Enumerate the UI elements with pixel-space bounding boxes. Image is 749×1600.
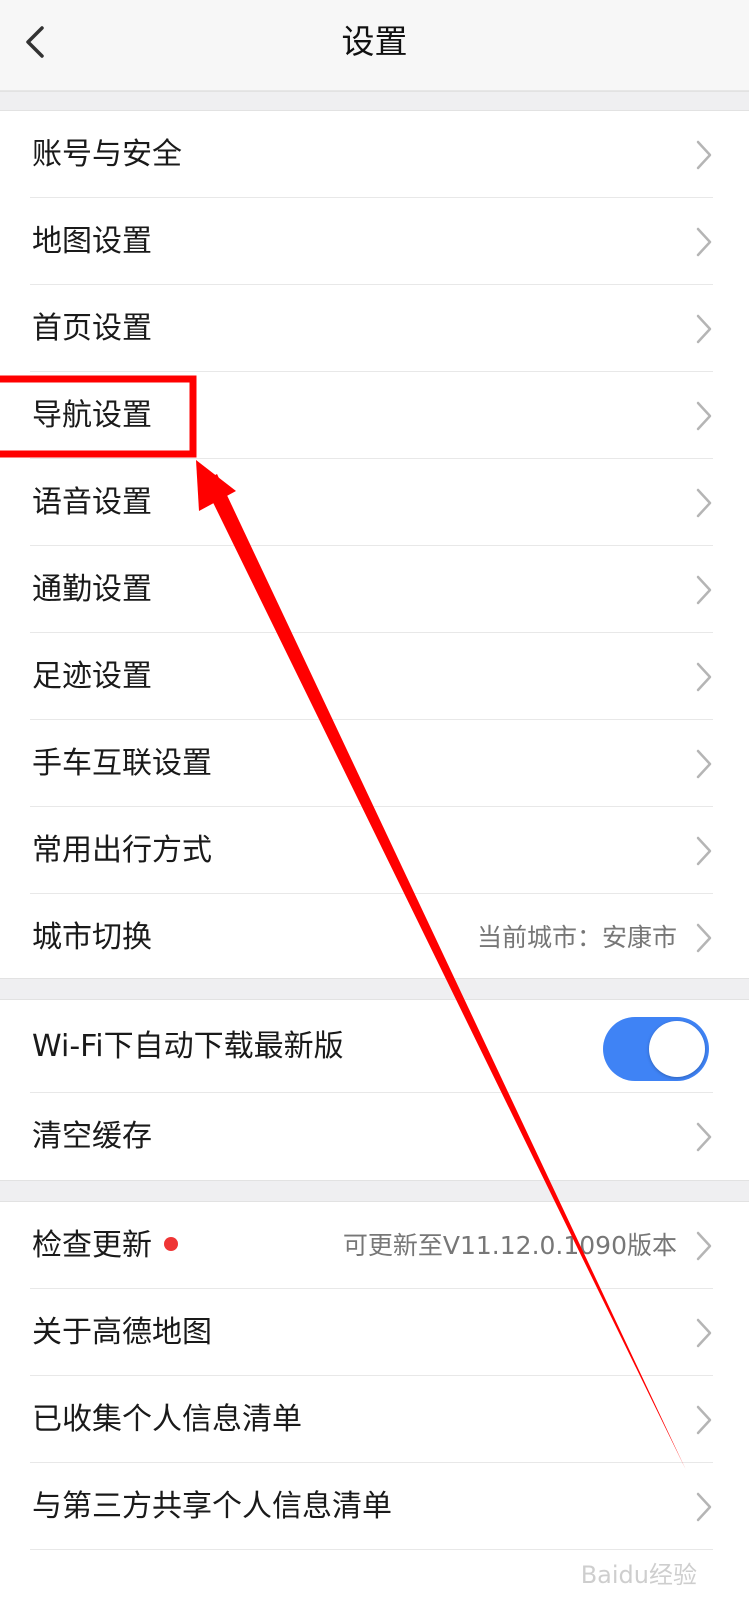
section-gap <box>0 978 749 1000</box>
settings-item-label: 语音设置 <box>32 485 152 520</box>
settings-item-city-switch[interactable]: 城市切换 当前城市：安康市 <box>0 894 749 981</box>
settings-item-label: 账号与安全 <box>32 137 182 172</box>
chevron-right-icon <box>696 749 712 779</box>
chevron-right-icon <box>696 488 712 518</box>
nav-bar: 设置 <box>0 0 749 91</box>
settings-item-map[interactable]: 地图设置 <box>0 198 749 285</box>
settings-item-label: 导航设置 <box>32 398 152 433</box>
settings-item-about[interactable]: 关于高德地图 <box>0 1289 749 1376</box>
settings-item-voice[interactable]: 语音设置 <box>0 459 749 546</box>
settings-item-label: 地图设置 <box>32 224 152 259</box>
settings-item-car-link[interactable]: 手车互联设置 <box>0 720 749 807</box>
settings-section-download: Wi-Fi下自动下载最新版 清空缓存 <box>0 1000 749 1180</box>
settings-item-label: 清空缓存 <box>32 1119 152 1154</box>
settings-item-label: 城市切换 <box>32 920 152 955</box>
settings-item-travel-mode[interactable]: 常用出行方式 <box>0 807 749 894</box>
settings-item-label: 足迹设置 <box>32 659 152 694</box>
settings-item-navigation[interactable]: 导航设置 <box>0 372 749 459</box>
settings-item-label: 与第三方共享个人信息清单 <box>32 1489 392 1524</box>
settings-item-collected-info-list[interactable]: 已收集个人信息清单 <box>0 1376 749 1463</box>
check-update-label: 检查更新 <box>32 1228 152 1263</box>
chevron-right-icon <box>696 923 712 953</box>
chevron-right-icon <box>696 575 712 605</box>
chevron-right-icon <box>696 314 712 344</box>
settings-item-wifi-auto-download: Wi-Fi下自动下载最新版 <box>0 1000 749 1093</box>
chevron-right-icon <box>696 1405 712 1435</box>
settings-item-label: 已收集个人信息清单 <box>32 1402 302 1437</box>
wifi-auto-download-toggle[interactable] <box>603 1017 709 1081</box>
page-title: 设置 <box>341 22 408 61</box>
settings-item-footprint[interactable]: 足迹设置 <box>0 633 749 720</box>
settings-item-third-party-info-list[interactable]: 与第三方共享个人信息清单 <box>0 1463 749 1550</box>
settings-item-check-update[interactable]: 检查更新 可更新至V11.12.0.1090版本 <box>0 1202 749 1289</box>
chevron-right-icon <box>696 662 712 692</box>
current-city-value: 当前城市：安康市 <box>476 923 677 952</box>
chevron-right-icon <box>696 401 712 431</box>
settings-item-label: 首页设置 <box>32 311 152 346</box>
settings-item-label: 检查更新 <box>32 1202 178 1289</box>
section-gap <box>0 91 749 111</box>
toggle-knob <box>649 1021 705 1077</box>
settings-item-home[interactable]: 首页设置 <box>0 285 749 372</box>
chevron-right-icon <box>696 1122 712 1152</box>
settings-item-label: 通勤设置 <box>32 572 152 607</box>
chevron-right-icon <box>696 1318 712 1348</box>
section-gap <box>0 1180 749 1202</box>
chevron-right-icon <box>696 836 712 866</box>
chevron-right-icon <box>696 227 712 257</box>
settings-item-label: Wi-Fi下自动下载最新版 <box>32 1029 344 1064</box>
watermark: Baidu经验 <box>580 1561 697 1589</box>
settings-section-main: 账号与安全 地图设置 首页设置 导航设置 语音设置 通勤设置 足迹设置 手车互联… <box>0 111 749 981</box>
settings-item-commute[interactable]: 通勤设置 <box>0 546 749 633</box>
settings-item-clear-cache[interactable]: 清空缓存 <box>0 1093 749 1180</box>
divider <box>30 1549 713 1550</box>
chevron-right-icon <box>696 1492 712 1522</box>
chevron-right-icon <box>696 1231 712 1261</box>
settings-item-label: 手车互联设置 <box>32 746 212 781</box>
settings-item-label: 常用出行方式 <box>32 833 212 868</box>
chevron-right-icon <box>696 140 712 170</box>
update-version-value: 可更新至V11.12.0.1090版本 <box>342 1231 677 1260</box>
settings-section-about: 检查更新 可更新至V11.12.0.1090版本 关于高德地图 已收集个人信息清… <box>0 1202 749 1550</box>
settings-item-label: 关于高德地图 <box>32 1315 212 1350</box>
update-badge-dot <box>164 1236 178 1251</box>
settings-item-account-security[interactable]: 账号与安全 <box>0 111 749 198</box>
